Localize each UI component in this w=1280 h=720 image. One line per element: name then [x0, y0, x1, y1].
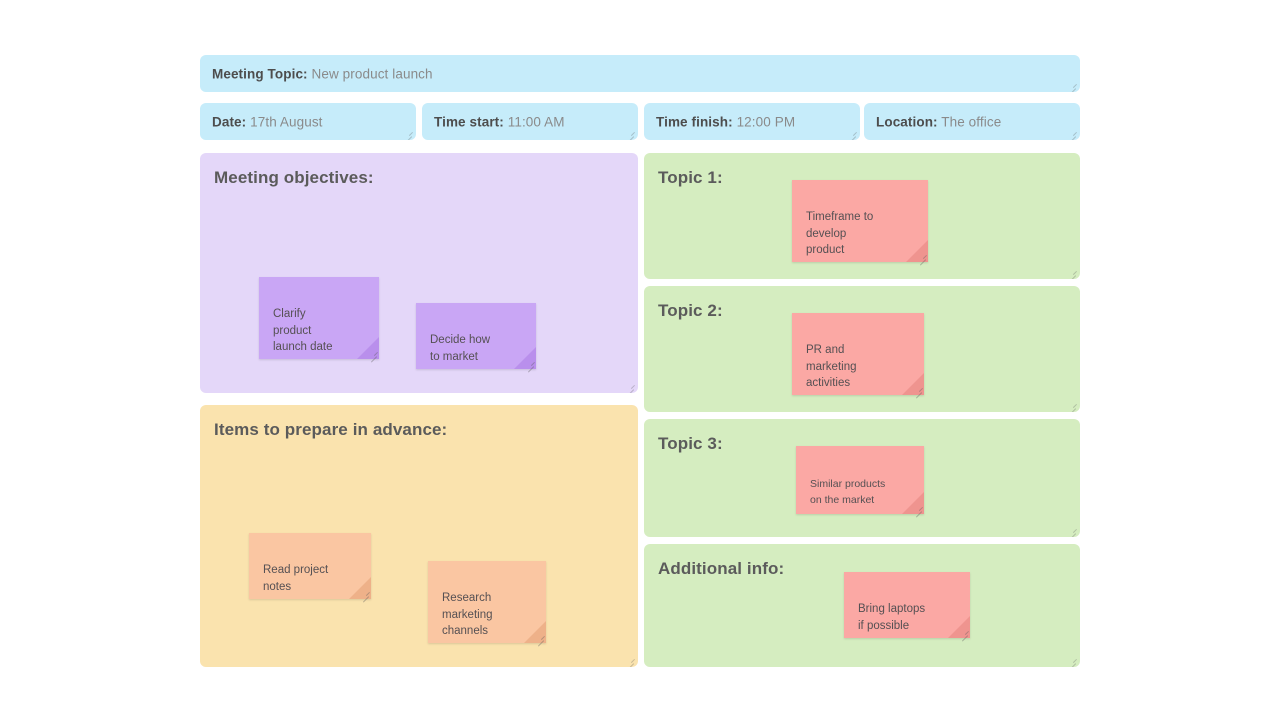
location-value: The office — [941, 114, 1002, 129]
sticky-note-text: Similar products on the market — [810, 477, 886, 507]
meeting-objectives-title: Meeting objectives: — [214, 168, 374, 187]
resize-grip-icon[interactable] — [401, 126, 413, 140]
location-panel[interactable]: Location: The office — [864, 103, 1080, 140]
date-panel[interactable]: Date: 17th August — [200, 103, 416, 140]
time-start-text: Time start: 11:00 AM — [434, 114, 565, 129]
time-finish-value: 12:00 PM — [736, 114, 796, 129]
date-value: 17th August — [250, 114, 323, 129]
time-finish-label: Time finish: — [656, 114, 733, 129]
resize-grip-icon[interactable] — [911, 382, 923, 399]
resize-grip-icon[interactable] — [957, 625, 969, 642]
resize-grip-icon[interactable] — [1065, 398, 1077, 412]
resize-grip-icon[interactable] — [623, 379, 635, 393]
resize-grip-icon[interactable] — [366, 346, 378, 363]
resize-grip-icon[interactable] — [1065, 78, 1077, 92]
note-fold-corner-icon[interactable] — [902, 373, 924, 399]
sticky-note[interactable]: Decide how to market — [416, 303, 536, 373]
note-fold-corner-icon[interactable] — [357, 337, 379, 363]
topic-2-title: Topic 2: — [658, 301, 723, 320]
additional-info-panel[interactable]: Additional info: Bring laptops if possib… — [644, 544, 1080, 667]
meeting-objectives-panel[interactable]: Meeting objectives: Clarify product laun… — [200, 153, 638, 393]
time-finish-panel[interactable]: Time finish: 12:00 PM — [644, 103, 860, 140]
sticky-note-text: Decide how to market — [430, 334, 491, 363]
items-to-prepare-title: Items to prepare in advance: — [214, 420, 448, 439]
resize-grip-icon[interactable] — [623, 126, 635, 140]
resize-grip-icon[interactable] — [523, 356, 535, 373]
location-text: Location: The office — [876, 114, 1001, 129]
sticky-note[interactable]: PR and marketing activities — [792, 313, 924, 399]
sticky-note-text: Bring laptops if possible — [858, 603, 926, 632]
sticky-note-text: PR and marketing activities — [806, 344, 857, 390]
resize-grip-icon[interactable] — [358, 586, 370, 603]
meeting-board: Meeting Topic: New product launch Date: … — [200, 55, 1080, 667]
note-fold-corner-icon[interactable] — [349, 577, 371, 603]
resize-grip-icon[interactable] — [1065, 653, 1077, 667]
location-label: Location: — [876, 114, 938, 129]
topic-1-panel[interactable]: Topic 1: Timeframe to develop product — [644, 153, 1080, 279]
resize-grip-icon[interactable] — [623, 653, 635, 667]
resize-grip-icon[interactable] — [1065, 126, 1077, 140]
meeting-topic-text: Meeting Topic: New product launch — [212, 66, 433, 81]
meeting-topic-value: New product launch — [311, 66, 433, 81]
sticky-note-text: Read project notes — [263, 564, 329, 593]
additional-info-title: Additional info: — [658, 559, 785, 578]
time-start-panel[interactable]: Time start: 11:00 AM — [422, 103, 638, 140]
note-fold-corner-icon[interactable] — [514, 347, 536, 373]
topic-3-panel[interactable]: Topic 3: Similar products on the market — [644, 419, 1080, 537]
resize-grip-icon[interactable] — [845, 126, 857, 140]
sticky-note[interactable]: Research marketing channels — [428, 561, 546, 647]
note-fold-corner-icon[interactable] — [524, 621, 546, 647]
meeting-topic-panel[interactable]: Meeting Topic: New product launch — [200, 55, 1080, 92]
sticky-note-text: Research marketing channels — [442, 592, 493, 638]
sticky-note-text: Clarify product launch date — [273, 308, 333, 354]
time-start-label: Time start: — [434, 114, 504, 129]
time-finish-text: Time finish: 12:00 PM — [656, 114, 795, 129]
resize-grip-icon[interactable] — [1065, 265, 1077, 279]
resize-grip-icon[interactable] — [1065, 523, 1077, 537]
sticky-note[interactable]: Read project notes — [249, 533, 371, 603]
sticky-note[interactable]: Similar products on the market — [796, 446, 924, 518]
resize-grip-icon[interactable] — [911, 501, 923, 518]
note-fold-corner-icon[interactable] — [948, 616, 970, 642]
topic-2-panel[interactable]: Topic 2: PR and marketing activities — [644, 286, 1080, 412]
sticky-note[interactable]: Timeframe to develop product — [792, 180, 928, 266]
note-fold-corner-icon[interactable] — [902, 492, 924, 518]
resize-grip-icon[interactable] — [533, 630, 545, 647]
date-text: Date: 17th August — [212, 114, 323, 129]
topic-3-title: Topic 3: — [658, 434, 723, 453]
sticky-note-text: Timeframe to develop product — [806, 211, 874, 257]
resize-grip-icon[interactable] — [915, 249, 927, 266]
time-start-value: 11:00 AM — [507, 114, 565, 129]
note-fold-corner-icon[interactable] — [906, 240, 928, 266]
sticky-note[interactable]: Clarify product launch date — [259, 277, 379, 363]
date-label: Date: — [212, 114, 247, 129]
items-to-prepare-panel[interactable]: Items to prepare in advance: Read projec… — [200, 405, 638, 667]
meeting-topic-label: Meeting Topic: — [212, 66, 308, 81]
sticky-note[interactable]: Bring laptops if possible — [844, 572, 970, 642]
topic-1-title: Topic 1: — [658, 168, 723, 187]
